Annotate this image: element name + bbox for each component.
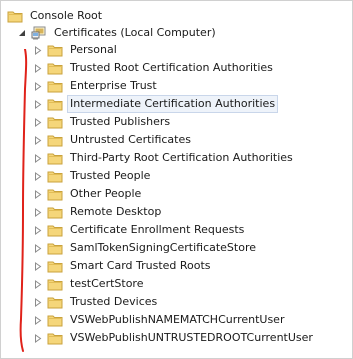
collapsed-arrow-icon[interactable]	[33, 117, 43, 127]
tree-item-label: VSWebPublishNAMEMATCHCurrentUser	[70, 313, 285, 326]
tree-item-console-root[interactable]: Console Root	[7, 7, 104, 25]
tree-item-label: testCertStore	[70, 277, 144, 290]
folder-icon	[47, 133, 63, 147]
tree-item-vswebpublishnamematchcurrentuser[interactable]: VSWebPublishNAMEMATCHCurrentUser	[33, 311, 286, 329]
collapsed-arrow-icon[interactable]	[33, 333, 43, 343]
tree-item-trusted-publishers[interactable]: Trusted Publishers	[33, 113, 172, 131]
tree-item-label: Certificate Enrollment Requests	[70, 223, 245, 236]
collapsed-arrow-icon[interactable]	[33, 261, 43, 271]
collapsed-arrow-icon[interactable]	[33, 297, 43, 307]
collapsed-arrow-icon[interactable]	[33, 315, 43, 325]
collapsed-arrow-icon[interactable]	[33, 207, 43, 217]
folder-icon	[47, 115, 63, 129]
tree-item-label: SamlTokenSigningCertificateStore	[70, 241, 257, 254]
collapsed-arrow-icon[interactable]	[33, 63, 43, 73]
tree-item-label: Trusted Devices	[70, 295, 158, 308]
folder-icon	[47, 205, 63, 219]
folder-icon	[47, 43, 63, 57]
expanded-arrow-icon[interactable]	[17, 28, 27, 38]
tree-item-personal[interactable]: Personal	[33, 41, 119, 59]
collapsed-arrow-icon[interactable]	[33, 153, 43, 163]
tree-item-testcertstore[interactable]: testCertStore	[33, 275, 145, 293]
red-annotation-line	[19, 49, 28, 352]
tree-item-samltokensigningcertificatestore[interactable]: SamlTokenSigningCertificateStore	[33, 239, 258, 257]
tree-item-trusted-root-certification-authorities[interactable]: Trusted Root Certification Authorities	[33, 59, 275, 77]
tree-item-label: Trusted Root Certification Authorities	[70, 61, 273, 74]
tree-item-label: Untrusted Certificates	[70, 133, 191, 146]
folder-icon	[47, 187, 63, 201]
collapsed-arrow-icon[interactable]	[33, 243, 43, 253]
tree-item-label: VSWebPublishUNTRUSTEDROOTCurrentUser	[70, 331, 313, 344]
collapsed-arrow-icon[interactable]	[33, 171, 43, 181]
folder-icon	[47, 313, 63, 327]
folder-icon	[47, 241, 63, 255]
tree-item-intermediate-certification-authorities[interactable]: Intermediate Certification Authorities	[33, 95, 279, 113]
tree-item-trusted-devices[interactable]: Trusted Devices	[33, 293, 159, 311]
tree-item-vswebpublishuntrustedrootcurrentuser[interactable]: VSWebPublishUNTRUSTEDROOTCurrentUser	[33, 329, 315, 347]
tree-item-label: Trusted People	[70, 169, 151, 182]
tree-item-enterprise-trust[interactable]: Enterprise Trust	[33, 77, 159, 95]
folder-icon	[47, 151, 63, 165]
folder-icon	[7, 9, 23, 23]
tree-item-label: Certificates (Local Computer)	[54, 26, 216, 39]
collapsed-arrow-icon[interactable]	[33, 189, 43, 199]
tree-item-other-people[interactable]: Other People	[33, 185, 143, 203]
tree-item-label: Remote Desktop	[70, 205, 162, 218]
folder-icon	[47, 277, 63, 291]
collapsed-arrow-icon[interactable]	[33, 135, 43, 145]
tree-item-label: Personal	[70, 43, 117, 56]
folder-icon	[47, 79, 63, 93]
tree-item-label: Trusted Publishers	[70, 115, 171, 128]
collapsed-arrow-icon[interactable]	[33, 81, 43, 91]
folder-icon	[47, 331, 63, 345]
collapsed-arrow-icon[interactable]	[33, 99, 43, 109]
tree-item-label: Console Root	[30, 9, 103, 22]
tree-item-untrusted-certificates[interactable]: Untrusted Certificates	[33, 131, 193, 149]
folder-icon	[47, 97, 63, 111]
tree-item-label: Smart Card Trusted Roots	[70, 259, 211, 272]
tree-item-third-party-root-certification-authorities[interactable]: Third-Party Root Certification Authoriti…	[33, 149, 295, 167]
tree-item-certificate-enrollment-requests[interactable]: Certificate Enrollment Requests	[33, 221, 246, 239]
console-tree: Console Root Certificates (Local Compute…	[0, 0, 353, 359]
tree-item-certificates-local-computer[interactable]: Certificates (Local Computer)	[17, 24, 218, 42]
tree-item-remote-desktop[interactable]: Remote Desktop	[33, 203, 163, 221]
tree-item-smart-card-trusted-roots[interactable]: Smart Card Trusted Roots	[33, 257, 213, 275]
tree-item-label: Intermediate Certification Authorities	[66, 95, 279, 113]
collapsed-arrow-icon[interactable]	[33, 45, 43, 55]
tree-item-label: Third-Party Root Certification Authoriti…	[70, 151, 293, 164]
folder-icon	[47, 169, 63, 183]
tree-item-label: Other People	[70, 187, 142, 200]
folder-icon	[47, 259, 63, 273]
tree-item-label: Enterprise Trust	[70, 79, 157, 92]
collapsed-arrow-icon[interactable]	[33, 225, 43, 235]
collapsed-arrow-icon[interactable]	[33, 279, 43, 289]
tree-item-trusted-people[interactable]: Trusted People	[33, 167, 152, 185]
folder-icon	[47, 61, 63, 75]
certificate-computer-icon	[31, 26, 47, 40]
folder-icon	[47, 295, 63, 309]
folder-icon	[47, 223, 63, 237]
